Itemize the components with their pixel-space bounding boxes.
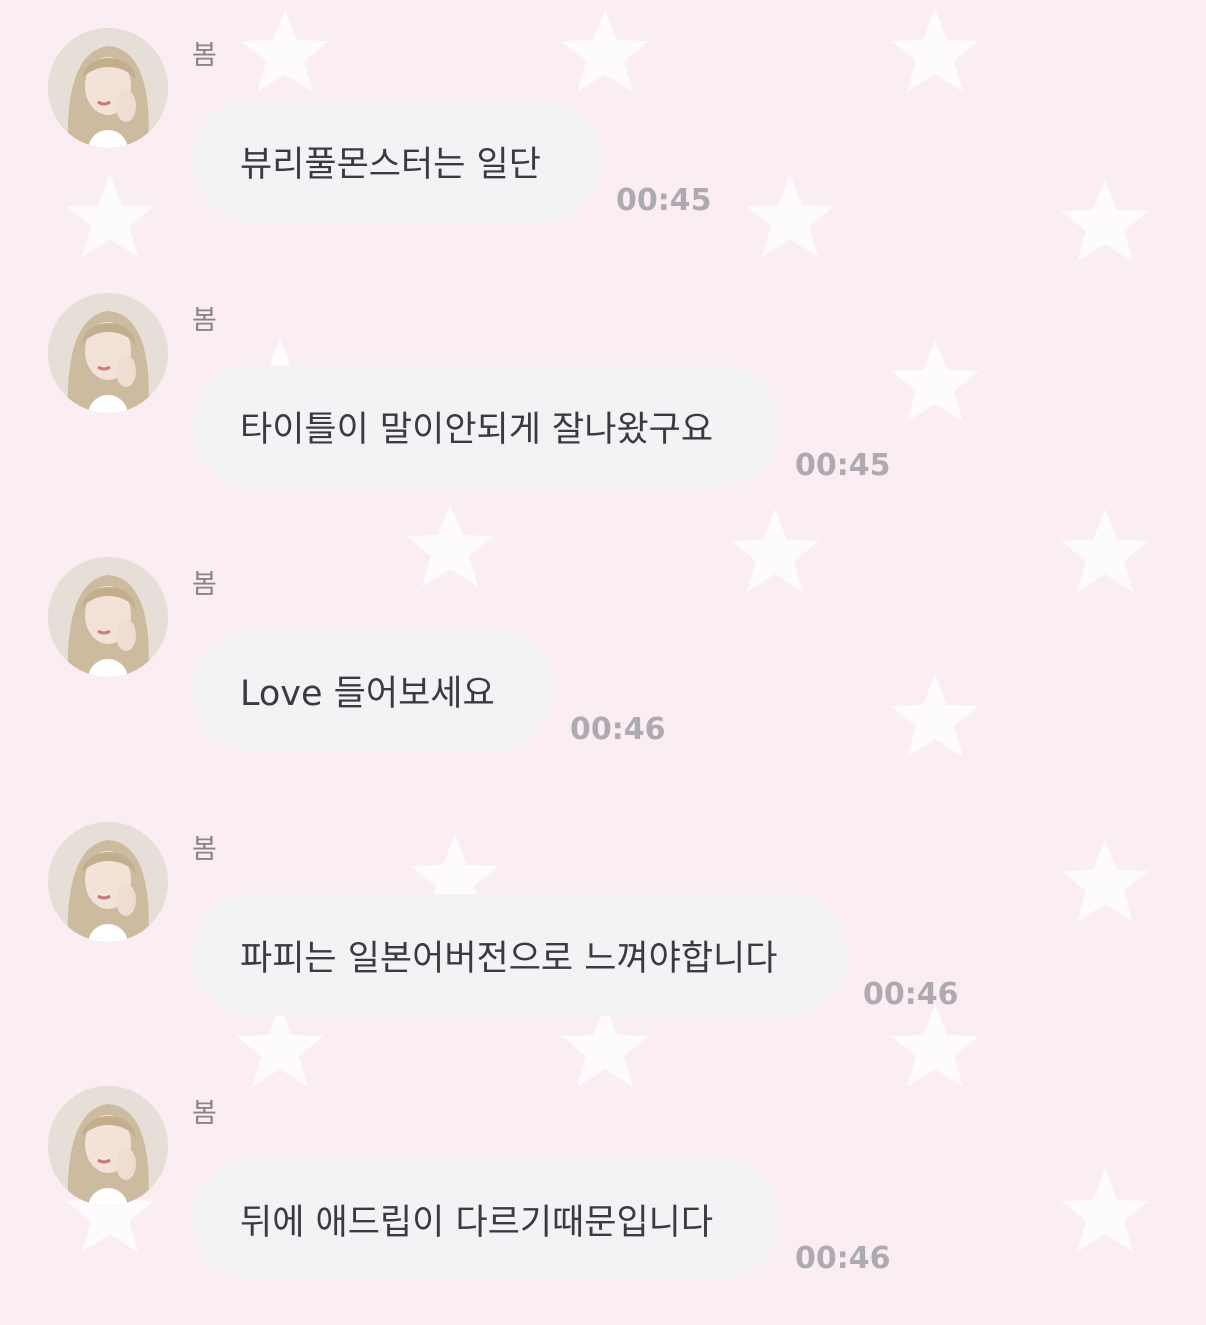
profile-photo-icon [48,557,168,677]
chat-message: 봄 뒤에 애드립이 다르기때문입니다 00:46 [0,1058,1206,1298]
chat-message-list: 봄 뷰리풀몬스터는 일단 00:45 봄 타이틀이 말이안되게 잘나왔구요 00… [0,0,1206,1325]
chat-message: 봄 파피는 일본어버전으로 느껴야합니다 00:46 [0,794,1206,1034]
sender-name: 봄 [192,1098,217,1129]
message-text: 뒤에 애드립이 다르기때문입니다 [240,1202,714,1243]
message-text: 뷰리풀몬스터는 일단 [240,144,541,185]
chat-message: 봄 Love 들어보세요 00:46 [0,529,1206,769]
profile-photo-icon [48,293,168,413]
sender-name: 봄 [192,834,217,865]
message-bubble[interactable]: 뒤에 애드립이 다르기때문입니다 [192,1158,780,1280]
message-bubble[interactable]: 파피는 일본어버전으로 느껴야합니다 [192,894,848,1016]
timestamp: 00:46 [863,977,959,1012]
timestamp: 00:46 [795,1241,891,1276]
avatar[interactable] [48,557,168,677]
avatar[interactable] [48,293,168,413]
profile-photo-icon [48,822,168,942]
avatar[interactable] [48,822,168,942]
sender-name: 봄 [192,305,217,336]
timestamp: 00:45 [795,448,891,483]
profile-photo-icon [48,1086,168,1206]
avatar[interactable] [48,28,168,148]
sender-name: 봄 [192,569,217,600]
sender-name: 봄 [192,40,217,71]
timestamp: 00:46 [570,712,666,747]
message-text: Love 들어보세요 [240,673,495,714]
avatar[interactable] [48,1086,168,1206]
message-text: 타이틀이 말이안되게 잘나왔구요 [240,409,714,450]
timestamp: 00:45 [616,183,712,218]
profile-photo-icon [48,28,168,148]
message-text: 파피는 일본어버전으로 느껴야합니다 [240,938,778,979]
message-bubble[interactable]: 타이틀이 말이안되게 잘나왔구요 [192,365,780,487]
chat-message: 봄 타이틀이 말이안되게 잘나왔구요 00:45 [0,265,1206,505]
message-bubble[interactable]: 뷰리풀몬스터는 일단 [192,100,602,222]
message-bubble[interactable]: Love 들어보세요 [192,629,554,751]
chat-message: 봄 뷰리풀몬스터는 일단 00:45 [0,0,1206,240]
